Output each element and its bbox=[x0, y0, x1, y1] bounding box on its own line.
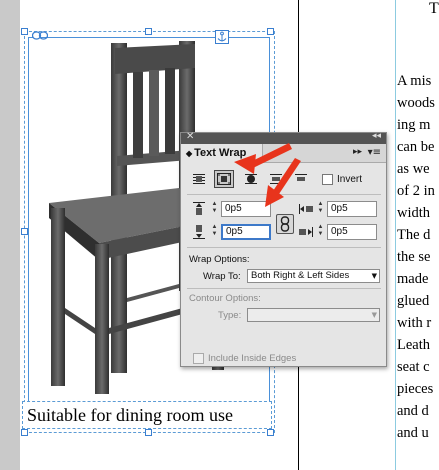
body-text-line: and u bbox=[397, 425, 429, 441]
chevron-down-icon: ▼ bbox=[371, 311, 377, 319]
left-offset-icon bbox=[299, 204, 313, 214]
resize-handle-bottom-right[interactable] bbox=[267, 429, 274, 436]
resize-handle-bottom-left[interactable] bbox=[21, 429, 28, 436]
wrap-to-label: Wrap To: bbox=[203, 271, 241, 282]
anchor-icon[interactable] bbox=[215, 30, 229, 44]
type-label: Type: bbox=[218, 310, 242, 321]
panel-tab-row: ◆ Text Wrap ▸▸ ▾≡ bbox=[181, 144, 386, 163]
contour-type-dropdown[interactable]: ▼ bbox=[247, 308, 380, 322]
right-offset-field[interactable]: 0p5 bbox=[327, 224, 377, 240]
jump-next-column-button[interactable] bbox=[291, 170, 311, 188]
resize-handle-top[interactable] bbox=[145, 28, 152, 35]
include-inside-edges-label: Include Inside Edges bbox=[208, 353, 297, 364]
close-icon[interactable]: ✕ bbox=[186, 131, 194, 142]
jump-object-button[interactable] bbox=[266, 170, 286, 188]
body-text-line: with r bbox=[397, 315, 432, 331]
make-all-settings-same-button[interactable] bbox=[276, 214, 294, 234]
chain-link-icon bbox=[280, 216, 290, 232]
resize-handle-top-left[interactable] bbox=[21, 28, 28, 35]
bottom-offset-stepper[interactable]: ▲ ▼ bbox=[211, 224, 218, 240]
body-text-line: ing m bbox=[397, 117, 431, 133]
invert-option[interactable]: Invert bbox=[322, 174, 362, 185]
body-text-column[interactable]: A mis woods ing m can be as we of 2 in width Th… bbox=[397, 70, 439, 444]
wrap-object-shape-button[interactable] bbox=[241, 170, 261, 188]
body-text-line: width bbox=[397, 205, 431, 221]
include-inside-edges-option[interactable]: Include Inside Edges bbox=[193, 353, 296, 364]
body-text-line: of 2 in bbox=[397, 183, 435, 199]
body-text-line: can be bbox=[397, 139, 435, 155]
resize-handle-left[interactable] bbox=[21, 228, 28, 235]
jump-object-icon bbox=[270, 174, 282, 184]
caption-text-frame[interactable]: Suitable for dining room use bbox=[22, 401, 272, 429]
heading-fragment: T bbox=[429, 0, 439, 17]
contour-options-label: Contour Options: bbox=[189, 293, 261, 304]
tab-arrows-icon: ◆ bbox=[186, 149, 193, 158]
body-text-line: woods bbox=[397, 95, 435, 111]
wrap-bounding-box-icon bbox=[217, 173, 231, 185]
body-text-line: the se bbox=[397, 249, 431, 265]
text-wrap-panel: ✕ ◂◂ ◆ Text Wrap ▸▸ ▾≡ Invert ▲ ▼ 0p5 ▲ … bbox=[180, 131, 387, 367]
body-text-line: A mis bbox=[397, 73, 432, 89]
tab-text-wrap[interactable]: ◆ Text Wrap bbox=[181, 144, 263, 163]
resize-handle-top-right[interactable] bbox=[267, 28, 274, 35]
panel-titlebar[interactable]: ✕ ◂◂ bbox=[181, 131, 386, 144]
body-text-line: The d bbox=[397, 227, 431, 243]
wrap-to-value: Both Right & Left Sides bbox=[251, 270, 350, 281]
invert-label: Invert bbox=[337, 174, 363, 185]
collapse-icon[interactable]: ◂◂ bbox=[372, 131, 381, 141]
left-offset-stepper[interactable]: ▲ ▼ bbox=[317, 201, 324, 217]
wrap-to-dropdown[interactable]: Both Right & Left Sides ▼ bbox=[247, 269, 380, 283]
tab-label: Text Wrap bbox=[194, 147, 247, 159]
body-text-line: pieces bbox=[397, 381, 434, 397]
chevron-down-icon: ▼ bbox=[371, 272, 377, 280]
body-text-line: Leath bbox=[397, 337, 431, 353]
panel-menu-icon[interactable]: ▾≡ bbox=[368, 147, 381, 158]
right-offset-stepper[interactable]: ▲ ▼ bbox=[317, 224, 324, 240]
wrap-none-button[interactable] bbox=[189, 170, 209, 188]
wrap-options-label: Wrap Options: bbox=[189, 254, 250, 265]
bottom-offset-icon bbox=[193, 225, 205, 239]
top-offset-field[interactable]: 0p5 bbox=[221, 201, 271, 217]
top-offset-icon bbox=[193, 202, 205, 215]
jump-next-column-icon bbox=[295, 174, 307, 181]
body-text-line: made bbox=[397, 271, 429, 287]
top-offset-stepper[interactable]: ▲ ▼ bbox=[211, 201, 218, 217]
divider bbox=[187, 194, 381, 195]
divider bbox=[187, 247, 381, 248]
link-icon[interactable] bbox=[32, 31, 48, 40]
wrap-bounding-box-button[interactable] bbox=[214, 170, 234, 188]
bottom-offset-field[interactable]: 0p5 bbox=[221, 224, 271, 240]
body-text-line: and d bbox=[397, 403, 429, 419]
divider bbox=[187, 288, 381, 289]
left-offset-field[interactable]: 0p5 bbox=[327, 201, 377, 217]
invert-checkbox[interactable] bbox=[322, 174, 333, 185]
wrap-none-icon bbox=[193, 174, 205, 184]
body-text-line: glued bbox=[397, 293, 430, 309]
include-inside-edges-checkbox[interactable] bbox=[193, 353, 204, 364]
wrap-object-shape-icon bbox=[245, 174, 257, 184]
expand-icon[interactable]: ▸▸ bbox=[353, 147, 362, 157]
body-text-line: seat c bbox=[397, 359, 430, 375]
column-guide bbox=[395, 0, 396, 470]
resize-handle-bottom[interactable] bbox=[145, 429, 152, 436]
right-offset-icon bbox=[299, 227, 313, 237]
body-text-line: as we bbox=[397, 161, 430, 177]
